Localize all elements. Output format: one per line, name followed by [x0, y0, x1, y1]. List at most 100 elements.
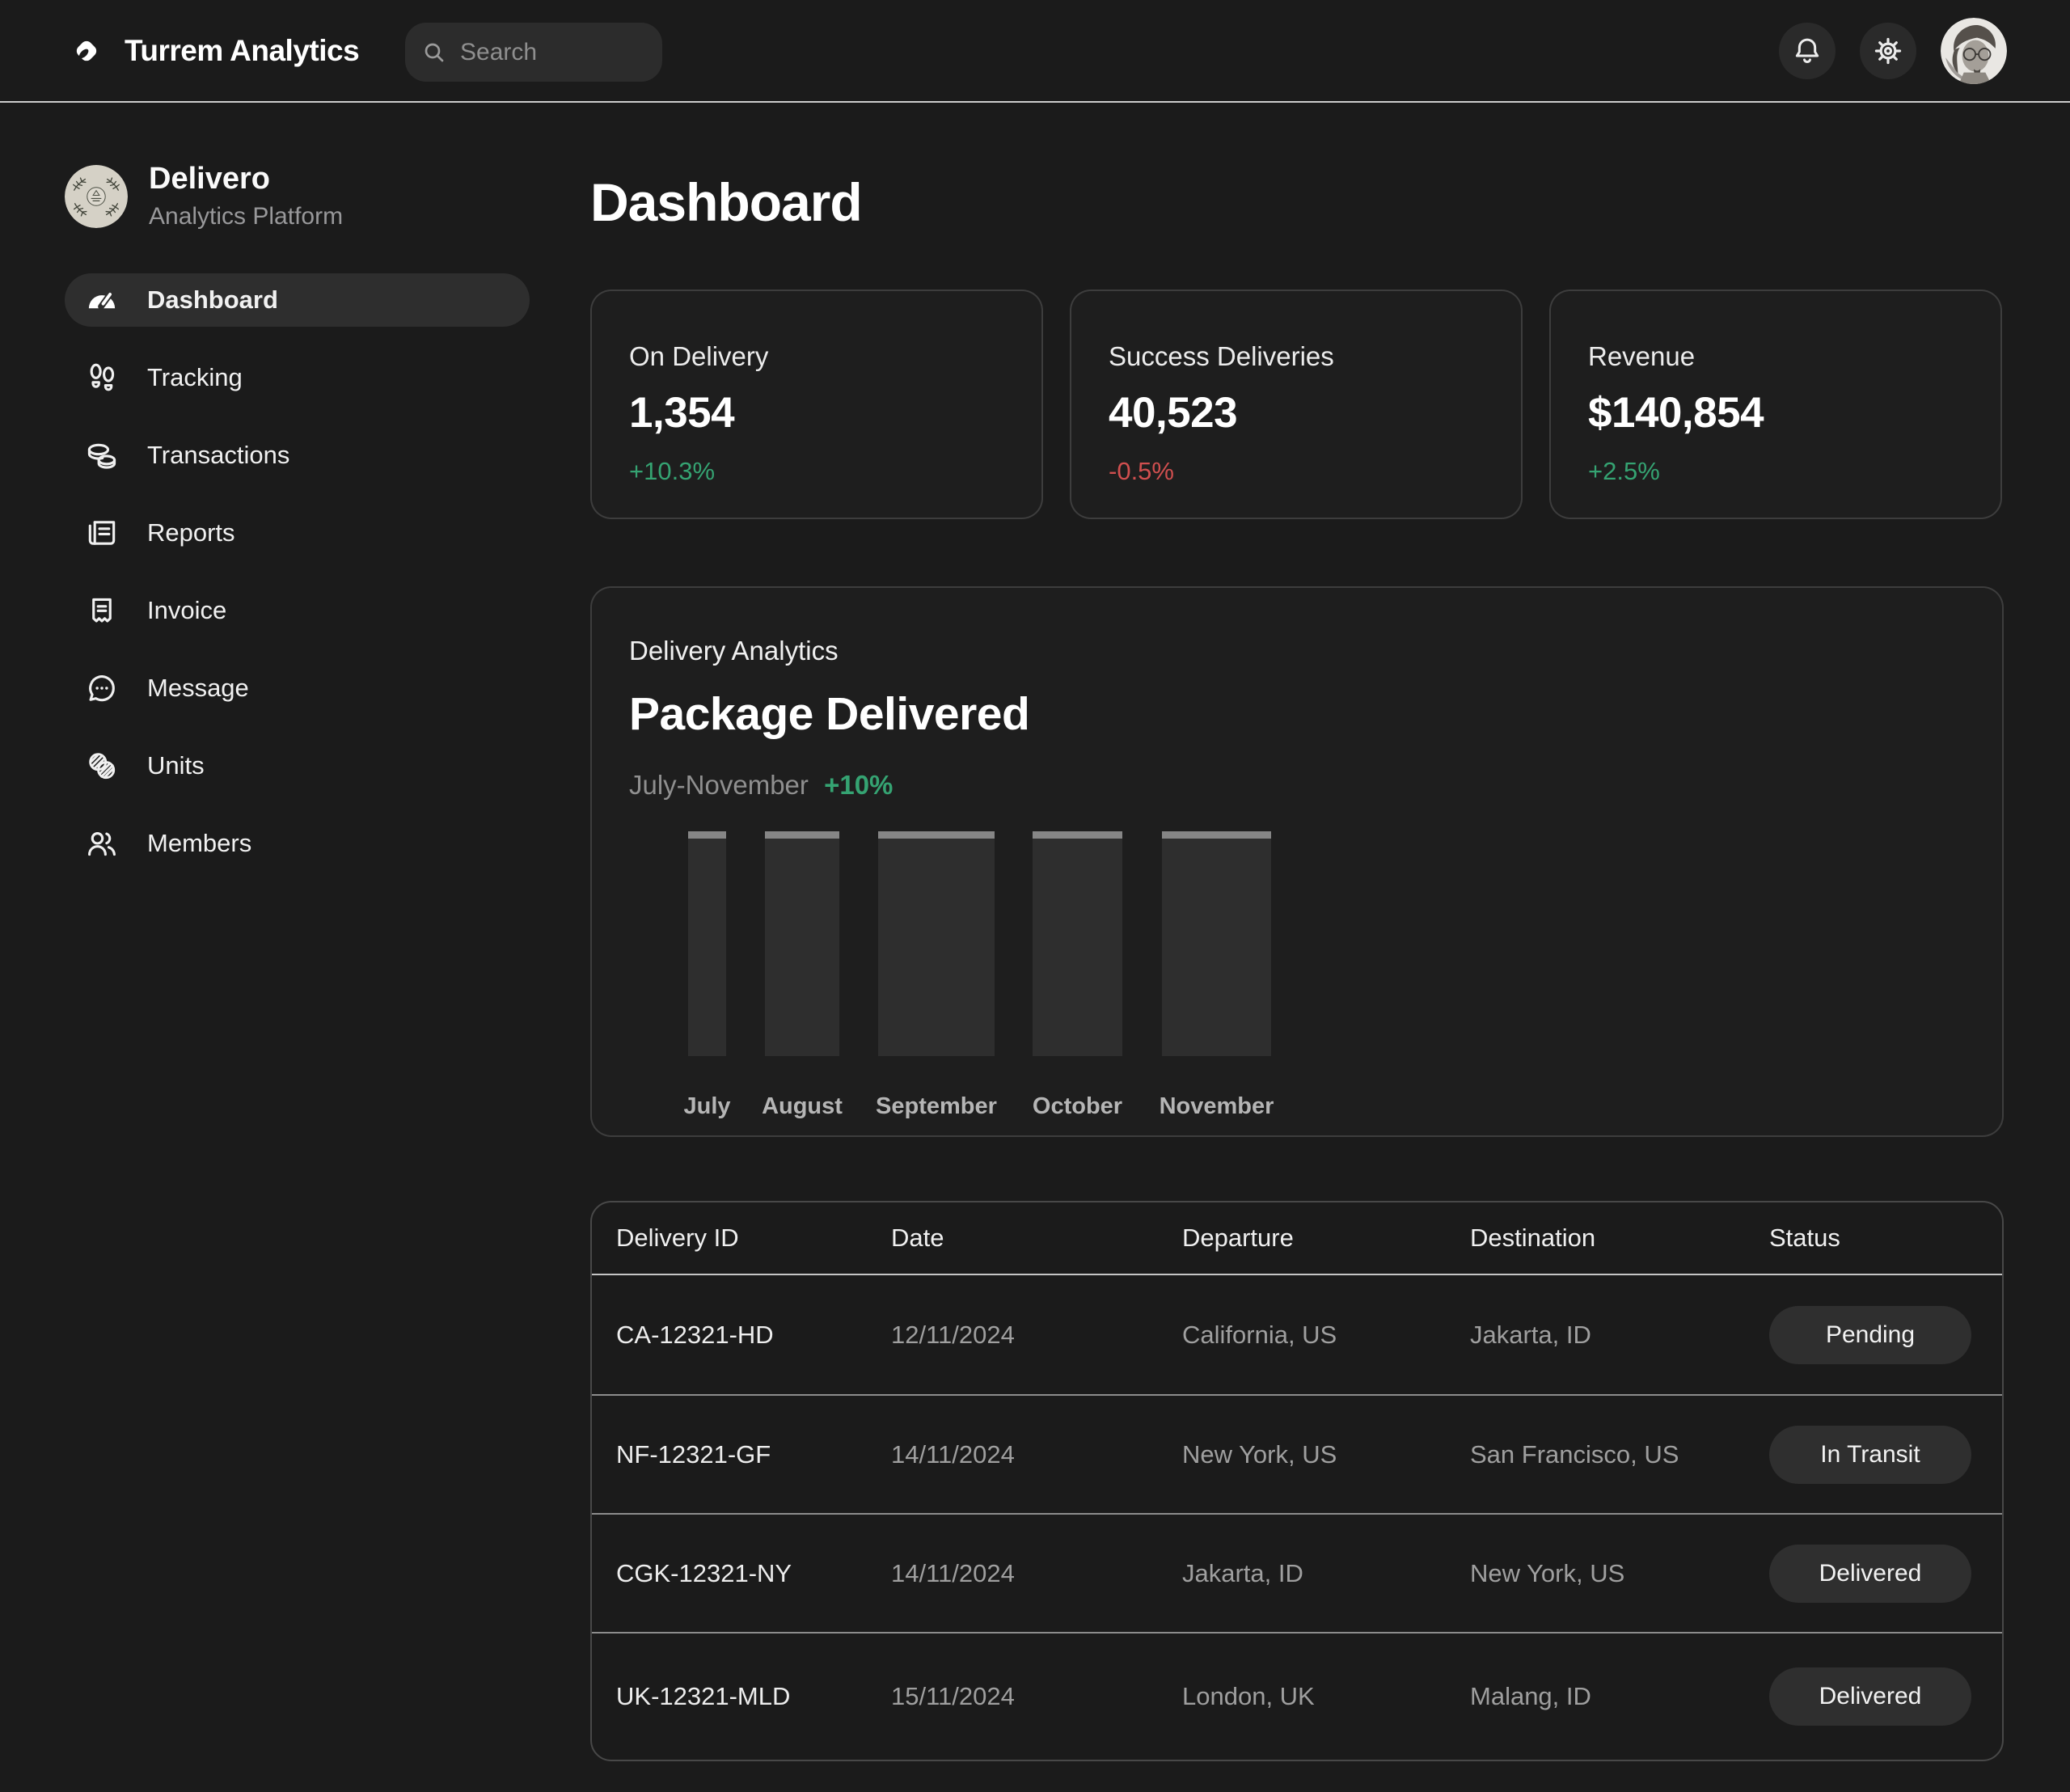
people-icon: [84, 826, 120, 861]
col-header-status: Status: [1769, 1224, 1968, 1253]
receipt-icon: [84, 593, 120, 628]
search-bar[interactable]: [405, 23, 662, 82]
col-header-departure: Departure: [1182, 1224, 1470, 1253]
cell-date: 14/11/2024: [891, 1440, 1182, 1469]
cell-departure: California, US: [1182, 1321, 1470, 1350]
sidebar-item-invoice[interactable]: Invoice: [65, 584, 530, 637]
stat-delta: -0.5%: [1109, 457, 1484, 486]
table-row: CA-12321-HD 12/11/2024 California, US Ja…: [592, 1275, 2002, 1394]
chart-bar-october: [1033, 831, 1122, 1056]
stat-delta: +2.5%: [1588, 457, 1963, 486]
table-header-row: Delivery ID Date Departure Destination S…: [592, 1202, 2002, 1275]
stat-cards: On Delivery 1,354 +10.3% Success Deliver…: [590, 290, 2004, 519]
sidebar-item-tracking[interactable]: Tracking: [65, 351, 530, 404]
sidebar-item-members[interactable]: Members: [65, 817, 530, 870]
chart-bar-november: [1162, 831, 1271, 1056]
stat-label: Success Deliveries: [1109, 341, 1484, 372]
spheres-icon: [84, 748, 120, 784]
sidebar-item-label: Units: [147, 751, 205, 780]
col-header-destination: Destination: [1470, 1224, 1769, 1253]
cell-delivery-id: NF-12321-GF: [616, 1440, 891, 1469]
chart-month-label: October: [1033, 1093, 1122, 1120]
main-content: Dashboard On Delivery 1,354 +10.3% Succe…: [590, 103, 2004, 1761]
sidebar-nav: Dashboard Tracking: [65, 273, 530, 870]
cell-destination: San Francisco, US: [1470, 1440, 1769, 1469]
chart-bar-august: [765, 831, 839, 1056]
stat-card-on-delivery: On Delivery 1,354 +10.3%: [590, 290, 1043, 519]
col-header-delivery-id: Delivery ID: [616, 1224, 891, 1253]
chart-title: Package Delivered: [629, 687, 1965, 741]
stat-delta: +10.3%: [629, 457, 1004, 486]
sidebar-item-label: Dashboard: [147, 285, 278, 315]
status-badge[interactable]: Pending: [1769, 1306, 1971, 1364]
bell-icon: [1792, 36, 1823, 66]
sidebar-item-label: Reports: [147, 518, 235, 547]
notifications-button[interactable]: [1779, 23, 1836, 79]
org-name: Delivero: [149, 162, 343, 197]
cell-date: 12/11/2024: [891, 1321, 1182, 1350]
topbar-actions: [1779, 18, 2007, 84]
deliveries-table: Delivery ID Date Departure Destination S…: [590, 1201, 2004, 1761]
table-row: CGK-12321-NY 14/11/2024 Jakarta, ID New …: [592, 1513, 2002, 1632]
page-title: Dashboard: [590, 171, 2004, 233]
sidebar-item-label: Invoice: [147, 596, 226, 625]
delivery-analytics-card: Delivery Analytics Package Delivered Jul…: [590, 586, 2004, 1137]
gauge-icon: [84, 282, 120, 318]
sidebar-item-message[interactable]: Message: [65, 661, 530, 715]
sidebar-item-reports[interactable]: Reports: [65, 506, 530, 560]
cell-departure: New York, US: [1182, 1440, 1470, 1469]
brand: Turrem Analytics: [71, 34, 359, 68]
bar-chart: [629, 831, 1965, 1056]
cell-date: 14/11/2024: [891, 1559, 1182, 1588]
stat-value: 1,354: [629, 388, 1004, 437]
chart-bar-september: [878, 831, 995, 1056]
cell-delivery-id: CGK-12321-NY: [616, 1559, 891, 1588]
stat-label: On Delivery: [629, 341, 1004, 372]
sidebar: Delivero Analytics Platform Dashboard: [0, 103, 590, 1761]
chart-bar-july: [688, 831, 726, 1056]
sidebar-item-label: Transactions: [147, 441, 289, 470]
chart-range: July-November +10%: [629, 770, 1965, 801]
user-avatar[interactable]: [1941, 18, 2007, 84]
search-input[interactable]: [460, 39, 772, 66]
gear-icon: [1873, 36, 1903, 66]
sidebar-item-dashboard[interactable]: Dashboard: [65, 273, 530, 327]
status-badge[interactable]: Delivered: [1769, 1667, 1971, 1726]
chart-month-label: August: [762, 1093, 843, 1120]
sidebar-item-label: Tracking: [147, 363, 243, 392]
cell-departure: London, UK: [1182, 1682, 1470, 1711]
col-header-date: Date: [891, 1224, 1182, 1253]
status-badge[interactable]: In Transit: [1769, 1426, 1971, 1484]
chat-icon: [84, 670, 120, 706]
footprints-icon: [84, 360, 120, 395]
chart-card-label: Delivery Analytics: [629, 636, 1965, 666]
settings-button[interactable]: [1860, 23, 1916, 79]
chart-month-label: November: [1160, 1093, 1274, 1120]
topbar: Turrem Analytics: [0, 0, 2070, 103]
sidebar-item-label: Message: [147, 674, 249, 703]
search-icon: [421, 40, 447, 66]
org-profile: Delivero Analytics Platform: [65, 162, 590, 230]
stat-value: $140,854: [1588, 388, 1963, 437]
table-row: NF-12321-GF 14/11/2024 New York, US San …: [592, 1394, 2002, 1513]
org-logo: [65, 165, 128, 228]
table-row: UK-12321-MLD 15/11/2024 London, UK Malan…: [592, 1632, 2002, 1760]
brand-name: Turrem Analytics: [125, 34, 359, 68]
chart-month-label: July: [683, 1093, 730, 1120]
cell-destination: Malang, ID: [1470, 1682, 1769, 1711]
stat-label: Revenue: [1588, 341, 1963, 372]
chart-month-label: September: [876, 1093, 997, 1120]
chart-range-delta: +10%: [824, 770, 893, 800]
sidebar-item-transactions[interactable]: Transactions: [65, 429, 530, 482]
newspaper-icon: [84, 515, 120, 551]
brand-logo-icon: [71, 36, 102, 66]
org-subtitle: Analytics Platform: [149, 203, 343, 230]
status-badge[interactable]: Delivered: [1769, 1545, 1971, 1603]
sidebar-item-units[interactable]: Units: [65, 739, 530, 792]
cell-delivery-id: UK-12321-MLD: [616, 1682, 891, 1711]
coins-icon: [84, 437, 120, 473]
cell-departure: Jakarta, ID: [1182, 1559, 1470, 1588]
stat-card-revenue: Revenue $140,854 +2.5%: [1549, 290, 2002, 519]
sidebar-item-label: Members: [147, 829, 251, 858]
org-text: Delivero Analytics Platform: [149, 162, 343, 230]
